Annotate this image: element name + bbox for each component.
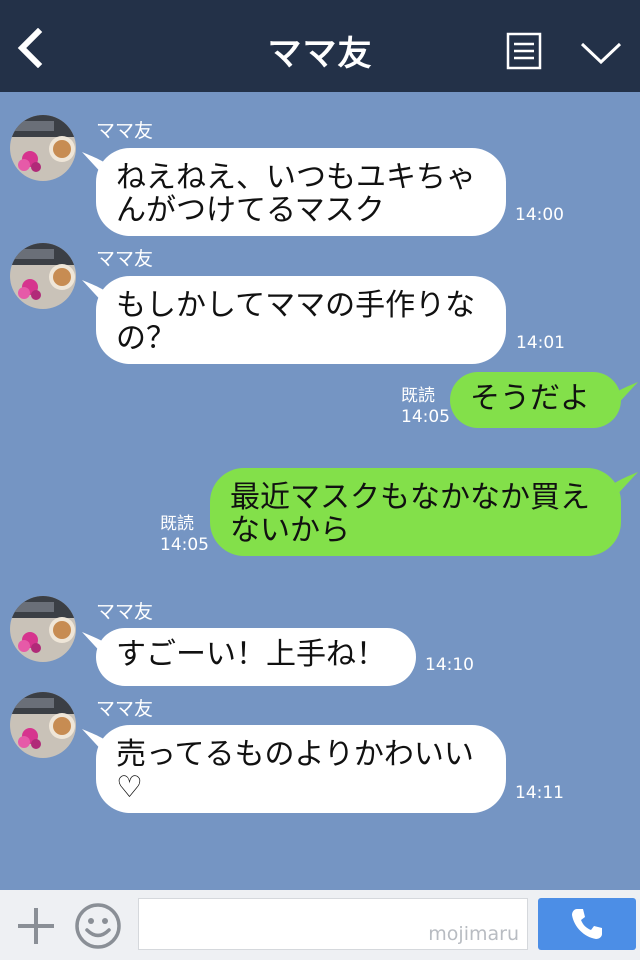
avatar-image bbox=[10, 243, 76, 309]
chat-title: ママ友 bbox=[267, 34, 373, 74]
read-label: 既読 bbox=[401, 386, 435, 406]
message-text-line: ♡ bbox=[116, 770, 143, 805]
sender-name: ママ友 bbox=[96, 120, 154, 142]
message-time: 14:01 bbox=[516, 333, 565, 353]
avatar[interactable] bbox=[10, 692, 76, 758]
message-text-line: そうだよ bbox=[470, 381, 590, 416]
message-text-line: 売ってるものよりかわいい bbox=[116, 737, 474, 772]
message-text-line: んがつけてるマスク bbox=[116, 193, 385, 228]
avatar[interactable] bbox=[10, 596, 76, 662]
message-time: 14:05 bbox=[401, 407, 450, 427]
chevron-down-icon[interactable] bbox=[578, 38, 624, 68]
document-icon[interactable] bbox=[506, 32, 542, 70]
message-text-line: 最近マスクもなかなか買え bbox=[230, 480, 590, 515]
chat-area[interactable]: ママ友 ねえねえ、いつもユキちゃ んがつけてるマスク 14:00 ママ友 もしか… bbox=[0, 92, 640, 890]
message-input[interactable]: mojimaru bbox=[138, 898, 528, 950]
message-time: 14:00 bbox=[515, 205, 564, 225]
message-bubble[interactable]: 最近マスクもなかなか買え ないから bbox=[210, 468, 621, 556]
avatar-image bbox=[10, 692, 76, 758]
message-bubble[interactable]: 売ってるものよりかわいい ♡ bbox=[96, 725, 506, 813]
plus-icon[interactable] bbox=[14, 904, 58, 948]
message-text-line: ねえねえ、いつもユキちゃ bbox=[116, 160, 476, 195]
chat-header: ママ友 bbox=[0, 0, 640, 92]
call-button[interactable] bbox=[538, 898, 636, 950]
read-receipt: 既読 14:05 bbox=[160, 514, 209, 556]
message-text-line: の？ bbox=[116, 321, 176, 356]
sender-name: ママ友 bbox=[96, 601, 154, 623]
sender-name: ママ友 bbox=[96, 698, 154, 720]
message-time: 14:10 bbox=[425, 655, 474, 675]
read-label: 既読 bbox=[160, 514, 194, 534]
input-bar: mojimaru bbox=[0, 890, 640, 960]
read-receipt: 既読 14:05 bbox=[401, 386, 450, 428]
watermark: mojimaru bbox=[428, 923, 519, 945]
message-bubble[interactable]: もしかしてママの手作りな の？ bbox=[96, 276, 506, 364]
message-text-line: ないから bbox=[230, 513, 350, 548]
sender-name: ママ友 bbox=[96, 248, 154, 270]
message-bubble[interactable]: ねえねえ、いつもユキちゃ んがつけてるマスク bbox=[96, 148, 506, 236]
avatar-image bbox=[10, 115, 76, 181]
smiley-icon[interactable] bbox=[74, 902, 122, 950]
avatar[interactable] bbox=[10, 115, 76, 181]
message-text-line: もしかしてママの手作りな bbox=[116, 288, 476, 323]
avatar-image bbox=[10, 596, 76, 662]
phone-icon bbox=[572, 909, 602, 939]
message-time: 14:05 bbox=[160, 535, 209, 555]
message-bubble[interactable]: そうだよ bbox=[450, 372, 621, 428]
message-text-line: すごーい！上手ね！ bbox=[116, 637, 386, 672]
avatar[interactable] bbox=[10, 243, 76, 309]
message-bubble[interactable]: すごーい！上手ね！ bbox=[96, 628, 416, 686]
message-time: 14:11 bbox=[515, 783, 564, 803]
